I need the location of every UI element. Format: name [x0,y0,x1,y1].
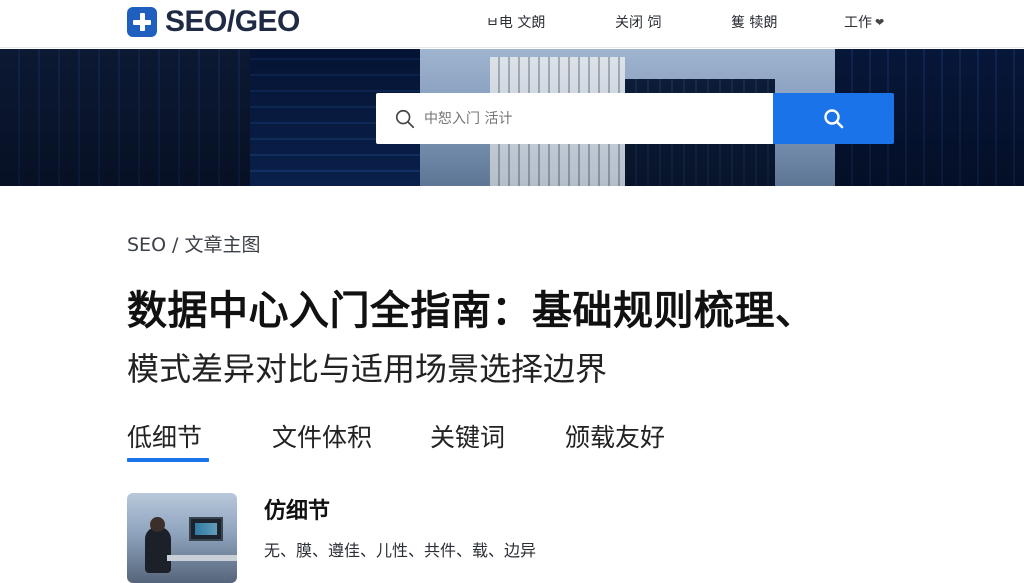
monitor-illustration [189,517,223,541]
logo-cross-icon [127,7,157,37]
card-title[interactable]: 仿细节 [264,493,330,525]
nav-item-4[interactable]: 工作 ❤ [844,12,884,32]
card-thumbnail [127,493,237,583]
logo-text: SEO/GEO [165,5,300,38]
top-header: SEO/GEO ㅂ电 文朗 关闭 饲 篗 犊朗 工作 ❤ [0,0,1024,48]
tab-keywords[interactable]: 关键词 [430,418,505,454]
article-card[interactable]: 仿细节 无、膜、遵佳、儿性、共件、载、边异 [127,493,927,583]
search-icon [395,109,415,128]
search-bar [376,93,773,144]
nav-item-3[interactable]: 篗 犊朗 [731,12,777,32]
nav-item-4-label: 工作 [844,15,872,31]
search-input[interactable] [424,110,754,127]
site-logo[interactable]: SEO/GEO [127,5,300,38]
desk-illustration [167,555,237,561]
person-illustration [145,527,171,573]
breadcrumb[interactable]: SEO / 文章主图 [127,230,261,257]
search-icon [823,108,843,128]
active-tab-indicator [127,458,209,462]
search-button[interactable] [773,93,894,144]
person-head-illustration [150,517,165,532]
tab-file-size[interactable]: 文件体积 [272,418,372,454]
heart-icon: ❤ [875,15,885,29]
page-title-line-1: 数据中心入门全指南：基础规则梳理、 [127,288,816,334]
card-tags: 无、膜、遵佳、儿性、共件、载、边异 [264,541,537,560]
tab-low-detail[interactable]: 低细节 [127,418,202,454]
page-title-line-2: 模式差异对比与适用场景选择边界 [127,350,608,388]
nav-item-1[interactable]: ㅂ电 文朗 [486,12,545,32]
tab-load-friendly[interactable]: 颁载友好 [565,418,665,454]
nav-item-2[interactable]: 关闭 饲 [615,12,661,32]
